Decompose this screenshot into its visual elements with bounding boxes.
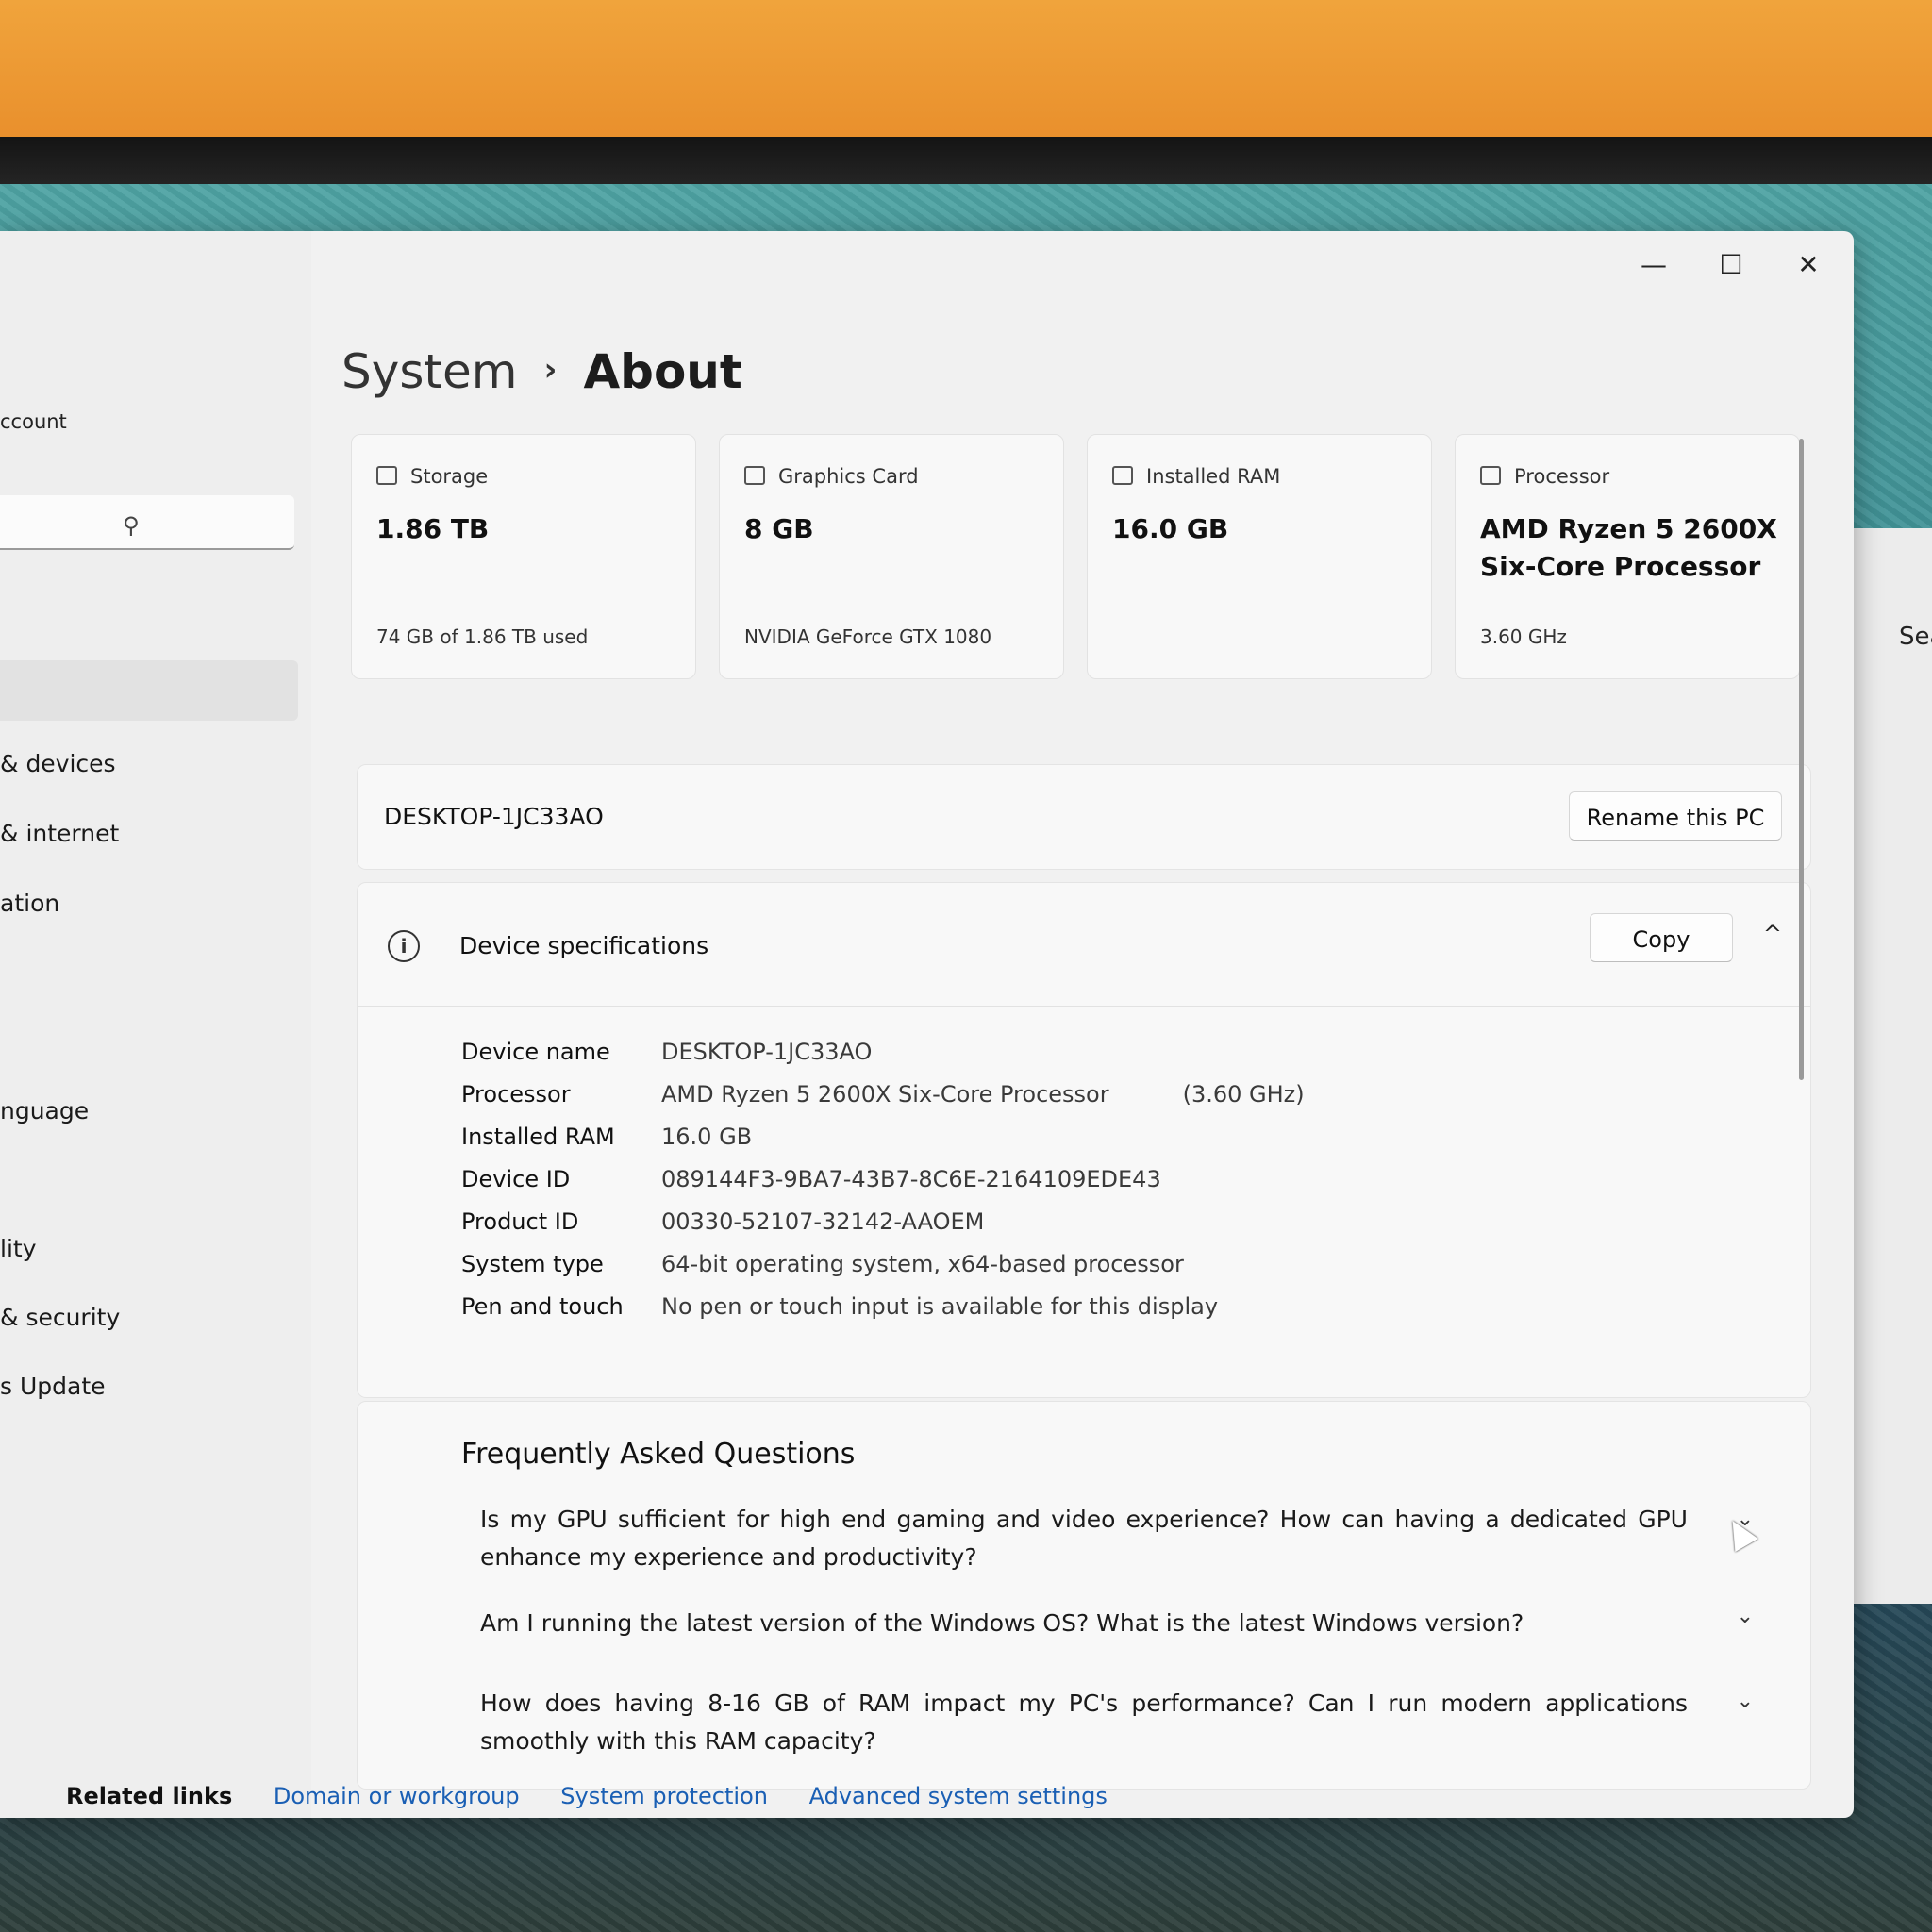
storage-icon bbox=[376, 466, 397, 485]
graphics-card-label: Graphics Card bbox=[778, 465, 919, 488]
spec-key: Device ID bbox=[461, 1166, 571, 1192]
chevron-down-icon[interactable]: ⌄ bbox=[1737, 1605, 1754, 1628]
processor-card-sub: 3.60 GHz bbox=[1480, 625, 1567, 648]
cpu-icon bbox=[1480, 466, 1501, 485]
graphics-card[interactable]: Graphics Card 8 GB NVIDIA GeForce GTX 10… bbox=[719, 434, 1064, 679]
device-specifications-title[interactable]: Device specifications bbox=[459, 932, 708, 959]
spec-value: 089144F3-9BA7-43B7-8C6E-2164109EDE43 bbox=[661, 1166, 1161, 1192]
spec-key: System type bbox=[461, 1251, 604, 1277]
sidebar-item-network[interactable]: & internet bbox=[0, 820, 119, 847]
graphics-card-value: 8 GB bbox=[744, 513, 814, 544]
storage-card-sub: 74 GB of 1.86 TB used bbox=[376, 625, 589, 648]
faq-panel: Frequently Asked Questions Is my GPU suf… bbox=[357, 1401, 1811, 1790]
spec-key: Device name bbox=[461, 1039, 610, 1065]
background-window-text: Sea bbox=[1899, 623, 1932, 651]
pc-name-row: DESKTOP-1JC33AO Rename this PC bbox=[357, 764, 1811, 870]
sidebar-item-devices[interactable]: & devices bbox=[0, 750, 116, 777]
sidebar: ccount ⚲ & devices & internet ation ngua… bbox=[0, 231, 311, 1818]
breadcrumb: System › About bbox=[341, 344, 742, 399]
spec-row-pen-touch: Pen and touch No pen or touch input is av… bbox=[461, 1293, 1218, 1320]
main-content: System › About Storage 1.86 TB 74 GB of 1.… bbox=[340, 231, 1811, 1818]
spec-key: Product ID bbox=[461, 1208, 579, 1235]
spec-row-system-type: System type 64-bit operating system, x64-… bbox=[461, 1251, 1184, 1277]
spec-value: 16.0 GB bbox=[661, 1124, 753, 1150]
spec-key: Pen and touch bbox=[461, 1293, 624, 1320]
advanced-system-settings-link[interactable]: Advanced system settings bbox=[809, 1783, 1108, 1809]
breadcrumb-parent[interactable]: System bbox=[341, 344, 517, 399]
pc-name: DESKTOP-1JC33AO bbox=[384, 803, 604, 830]
system-protection-link[interactable]: System protection bbox=[560, 1783, 768, 1809]
spec-value: 00330-52107-32142-AAOEM bbox=[661, 1208, 985, 1235]
spec-value: DESKTOP-1JC33AO bbox=[661, 1039, 873, 1065]
graphics-card-sub: NVIDIA GeForce GTX 1080 bbox=[744, 625, 992, 648]
sidebar-item-time-language[interactable]: nguage bbox=[0, 1097, 89, 1124]
spec-row-device-name: Device name DESKTOP-1JC33AO bbox=[461, 1039, 872, 1065]
spec-key: Installed RAM bbox=[461, 1124, 615, 1150]
ram-card[interactable]: Installed RAM 16.0 GB bbox=[1087, 434, 1432, 679]
spec-row-processor: Processor AMD Ryzen 5 2600X Six-Core Proc… bbox=[461, 1081, 1305, 1108]
spec-cards: Storage 1.86 TB 74 GB of 1.86 TB used Gr… bbox=[351, 434, 1800, 679]
monitor-bezel bbox=[0, 137, 1932, 189]
faq-question-windows-version[interactable]: Am I running the latest version of the W… bbox=[480, 1605, 1688, 1642]
gpu-icon bbox=[744, 466, 765, 485]
processor-card-label: Processor bbox=[1514, 465, 1610, 488]
faq-title: Frequently Asked Questions bbox=[461, 1438, 856, 1471]
processor-card-value: AMD Ryzen 5 2600X Six-Core Processor bbox=[1480, 513, 1777, 582]
processor-card-header: Processor bbox=[1480, 465, 1609, 488]
ram-card-header: Installed RAM bbox=[1112, 465, 1280, 488]
info-icon: i bbox=[388, 930, 420, 962]
spec-row-ram: Installed RAM 16.0 GB bbox=[461, 1124, 752, 1150]
storage-card-label: Storage bbox=[410, 465, 489, 488]
ram-card-value: 16.0 GB bbox=[1112, 513, 1229, 544]
spec-value: AMD Ryzen 5 2600X Six-Core Processor bbox=[661, 1081, 1109, 1108]
sidebar-item-privacy-security[interactable]: & security bbox=[0, 1304, 120, 1331]
faq-question-ram[interactable]: How does having 8-16 GB of RAM impact my… bbox=[480, 1685, 1688, 1760]
faq-question-gpu[interactable]: Is my GPU sufficient for high end gaming… bbox=[480, 1501, 1688, 1576]
processor-card[interactable]: Processor AMD Ryzen 5 2600X Six-Core Pro… bbox=[1455, 434, 1800, 679]
related-links-label: Related links bbox=[66, 1783, 233, 1809]
sidebar-item-windows-update[interactable]: s Update bbox=[0, 1373, 106, 1400]
chevron-down-icon[interactable]: ⌄ bbox=[1737, 1690, 1754, 1713]
rename-pc-button[interactable]: Rename this PC bbox=[1569, 791, 1782, 841]
graphics-card-header: Graphics Card bbox=[744, 465, 919, 488]
spec-value: No pen or touch input is available for t… bbox=[661, 1293, 1219, 1320]
sidebar-search-box[interactable]: ⚲ bbox=[0, 495, 294, 550]
sidebar-account-label[interactable]: ccount bbox=[0, 410, 67, 433]
scrollbar[interactable] bbox=[1799, 439, 1804, 1080]
related-links: Related links Domain or workgroup System… bbox=[66, 1783, 1141, 1809]
chevron-up-icon[interactable]: ^ bbox=[1763, 921, 1782, 947]
spec-value-extra: (3.60 GHz) bbox=[1182, 1081, 1305, 1108]
settings-window: ccount ⚲ & devices & internet ation ngua… bbox=[0, 231, 1854, 1818]
spec-row-product-id: Product ID 00330-52107-32142-AAOEM bbox=[461, 1208, 984, 1235]
storage-card-value: 1.86 TB bbox=[376, 513, 490, 544]
domain-workgroup-link[interactable]: Domain or workgroup bbox=[274, 1783, 520, 1809]
breadcrumb-chevron-icon: › bbox=[543, 351, 558, 389]
sidebar-item-accessibility[interactable]: lity bbox=[0, 1235, 37, 1262]
spec-value: 64-bit operating system, x64-based proce… bbox=[661, 1251, 1184, 1277]
storage-card-header: Storage bbox=[376, 465, 488, 488]
ram-icon bbox=[1112, 466, 1133, 485]
device-specifications-panel: i Device specifications Copy ^ Device na… bbox=[357, 882, 1811, 1398]
wall-background bbox=[0, 0, 1932, 142]
storage-card[interactable]: Storage 1.86 TB 74 GB of 1.86 TB used bbox=[351, 434, 696, 679]
divider bbox=[358, 1006, 1810, 1007]
copy-button[interactable]: Copy bbox=[1590, 913, 1733, 962]
spec-key: Processor bbox=[461, 1081, 571, 1108]
page-title: About bbox=[583, 344, 742, 399]
spec-row-device-id: Device ID 089144F3-9BA7-43B7-8C6E-2164109… bbox=[461, 1166, 1161, 1192]
sidebar-item-personalization[interactable]: ation bbox=[0, 890, 59, 917]
sidebar-selected-item[interactable] bbox=[0, 660, 298, 721]
ram-card-label: Installed RAM bbox=[1146, 465, 1281, 488]
